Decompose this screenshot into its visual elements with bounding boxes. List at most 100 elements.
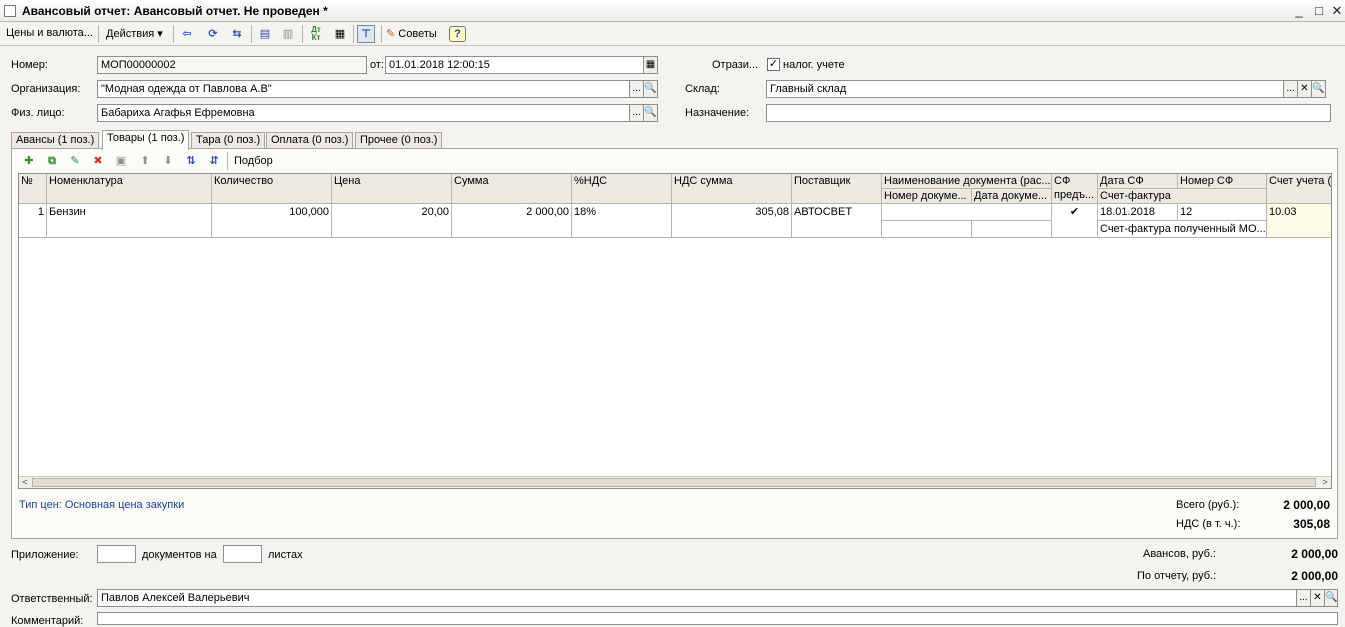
cell-account[interactable]: 10.03 [1267,204,1331,238]
by-report-value: 2 000,00 [1291,569,1338,583]
copy-row-icon[interactable]: ⧉ [43,152,61,170]
warehouse-select-button[interactable]: ... [1284,80,1298,98]
cell-doc-number[interactable] [882,221,972,238]
organization-input[interactable]: "Модная одежда от Павлова А.В" [97,80,630,98]
tab-payment[interactable]: Оплата (0 поз.) [266,132,354,149]
cell-price[interactable]: 20,00 [332,204,452,238]
price-type-link[interactable]: Тип цен: Основная цена закупки [19,499,184,511]
column-header-vat-rate[interactable]: %НДС [572,174,672,204]
tab-goods[interactable]: Товары (1 поз.) [102,130,190,150]
column-header-sf-type[interactable]: Счет-фактура [1098,189,1267,204]
responsible-select-button[interactable]: ... [1297,589,1311,607]
move-down-icon[interactable]: ⬇ [159,152,177,170]
close-button[interactable]: ✕ [1328,3,1345,19]
person-input[interactable]: Бабариха Агафья Ефремовна [97,104,630,122]
person-select-button[interactable]: ... [630,104,644,122]
number-input[interactable]: МОП00000002 [97,56,367,74]
tips-button[interactable]: ✎ Советы [386,27,437,40]
search-icon[interactable]: 🔍 [1312,80,1326,98]
tab-advances[interactable]: Авансы (1 поз.) [11,132,100,149]
reflect-label: Отрази... [712,59,759,71]
search-icon[interactable]: 🔍 [644,104,658,122]
column-header-sf-presented[interactable]: СФ предъ... [1052,174,1098,204]
calendar-icon[interactable]: ▦ [644,56,658,74]
debit-credit-icon[interactable]: Дт Кт [307,25,325,43]
cell-number[interactable]: 1 [19,204,47,238]
cell-doc-name[interactable] [882,204,1052,221]
column-header-number[interactable]: № [19,174,47,204]
cell-nomenclature[interactable]: Бензин [47,204,212,238]
tax-accounting-label: налог. учете [783,59,845,71]
toolbar-separator [173,25,174,43]
cell-sf-type[interactable]: Счет-фактура полученный МО... [1098,221,1267,238]
purpose-input[interactable] [766,104,1331,122]
scroll-right-icon[interactable]: > [1319,477,1331,488]
warehouse-input[interactable]: Главный склад [766,80,1284,98]
cell-doc-date[interactable] [972,221,1052,238]
unpost-document-icon[interactable]: ▥ [279,25,297,43]
sort-ascending-icon[interactable]: ⇅ [182,152,200,170]
organization-select-button[interactable]: ... [630,80,644,98]
column-header-supplier[interactable]: Поставщик [792,174,882,204]
column-header-vat-sum[interactable]: НДС сумма [672,174,792,204]
cell-sf-presented[interactable]: ✔ [1052,204,1098,238]
sheets-label: листах [268,549,303,561]
search-icon[interactable]: 🔍 [1325,589,1338,607]
horizontal-scrollbar[interactable]: < > [19,476,1331,488]
move-up-icon[interactable]: ⬆ [136,152,154,170]
column-header-nomenclature[interactable]: Номенклатура [47,174,212,204]
add-row-icon[interactable]: ✚ [20,152,38,170]
column-header-sum[interactable]: Сумма [452,174,572,204]
attachment-sheets-input[interactable] [223,545,262,563]
column-header-price[interactable]: Цена [332,174,452,204]
column-header-doc-number[interactable]: Номер докуме... [882,189,972,204]
toolbar-separator [227,152,228,170]
date-label: от: [370,59,384,71]
column-header-sf-date[interactable]: Дата СФ [1098,174,1178,189]
refresh-icon[interactable]: ⟳ [204,25,222,43]
selection-button[interactable]: Подбор [234,155,273,167]
end-edit-icon[interactable]: ▣ [112,152,130,170]
sort-descending-icon[interactable]: ⇵ [205,152,223,170]
actions-menu-button[interactable]: Действия ▾ [106,27,163,40]
maximize-button[interactable]: □ [1310,3,1328,19]
date-input[interactable]: 01.01.2018 12:00:15 [385,56,644,74]
toolbar-separator [353,25,354,43]
comment-input[interactable] [97,612,1338,625]
column-header-sf-number[interactable]: Номер СФ [1178,174,1267,189]
column-header-quantity[interactable]: Количество [212,174,332,204]
arrow-left-icon[interactable]: ⇦ [178,25,196,43]
cell-quantity[interactable]: 100,000 [212,204,332,238]
tab-containers[interactable]: Тара (0 поз.) [191,132,266,149]
edit-row-icon[interactable]: ✎ [66,152,84,170]
cell-sum[interactable]: 2 000,00 [452,204,572,238]
help-icon[interactable]: ? [449,26,466,42]
report-icon[interactable]: ▦ [331,25,349,43]
tab-other[interactable]: Прочее (0 поз.) [355,132,443,149]
cell-sf-number[interactable]: 12 [1178,204,1267,221]
scroll-left-icon[interactable]: < [19,477,31,488]
column-header-doc-date[interactable]: Дата докуме... [972,189,1052,204]
minimize-button[interactable]: _ [1290,3,1308,19]
cell-vat-sum[interactable]: 305,08 [672,204,792,238]
title-bar: Авансовый отчет: Авансовый отчет. Не про… [0,0,1345,22]
tax-accounting-checkbox[interactable]: ✓ [767,58,780,71]
responsible-input[interactable]: Павлов Алексей Валерьевич [97,589,1297,607]
scrollbar-thumb[interactable] [32,478,1316,487]
prices-currency-button[interactable]: Цены и валюта... [6,27,93,39]
cell-supplier[interactable]: АВТОСВЕТ [792,204,882,238]
clear-icon[interactable]: ✕ [1298,80,1312,98]
structure-icon[interactable]: ⊤ [357,25,375,43]
column-header-account[interactable]: Счет учета (Б [1267,174,1331,204]
sf-header-top: СФ [1054,175,1071,187]
move-icon[interactable]: ⇆ [228,25,246,43]
clear-icon[interactable]: ✕ [1311,589,1325,607]
attachment-docs-input[interactable] [97,545,136,563]
delete-row-icon[interactable]: ✖ [89,152,107,170]
column-header-doc-name[interactable]: Наименование документа (рас... [882,174,1052,189]
search-icon[interactable]: 🔍 [644,80,658,98]
cell-vat-rate[interactable]: 18% [572,204,672,238]
vat-total-label: НДС (в т. ч.): [1176,518,1241,530]
post-document-icon[interactable]: ▤ [256,25,274,43]
cell-sf-date[interactable]: 18.01.2018 [1098,204,1178,221]
